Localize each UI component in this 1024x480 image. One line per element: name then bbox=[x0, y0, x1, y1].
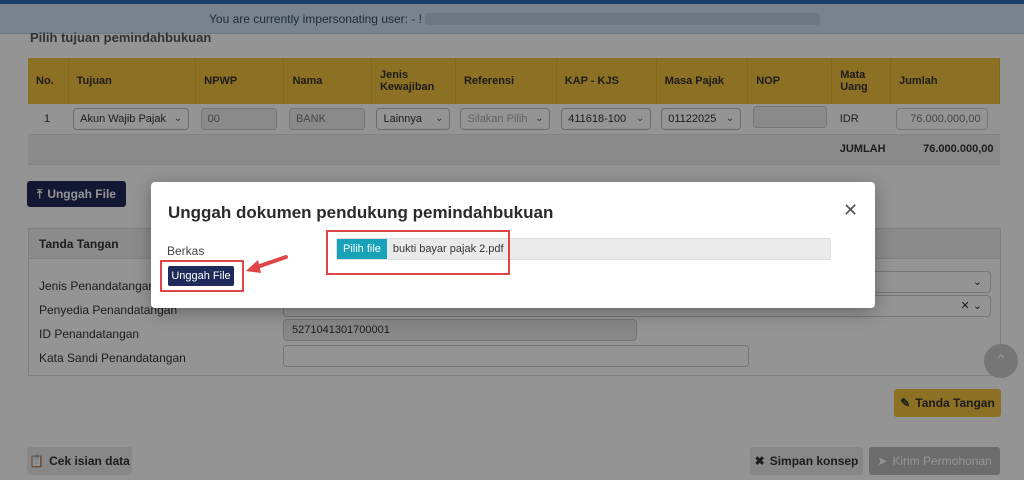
upload-modal: Unggah dokumen pendukung pemindahbukuan … bbox=[151, 182, 875, 308]
highlight-box-file bbox=[326, 230, 510, 275]
modal-upload-button[interactable]: Unggah File bbox=[168, 266, 234, 286]
berkas-label: Berkas bbox=[167, 244, 205, 258]
close-icon[interactable]: ✕ bbox=[843, 200, 858, 221]
modal-title: Unggah dokumen pendukung pemindahbukuan bbox=[168, 203, 554, 222]
red-arrow-icon bbox=[246, 255, 288, 273]
